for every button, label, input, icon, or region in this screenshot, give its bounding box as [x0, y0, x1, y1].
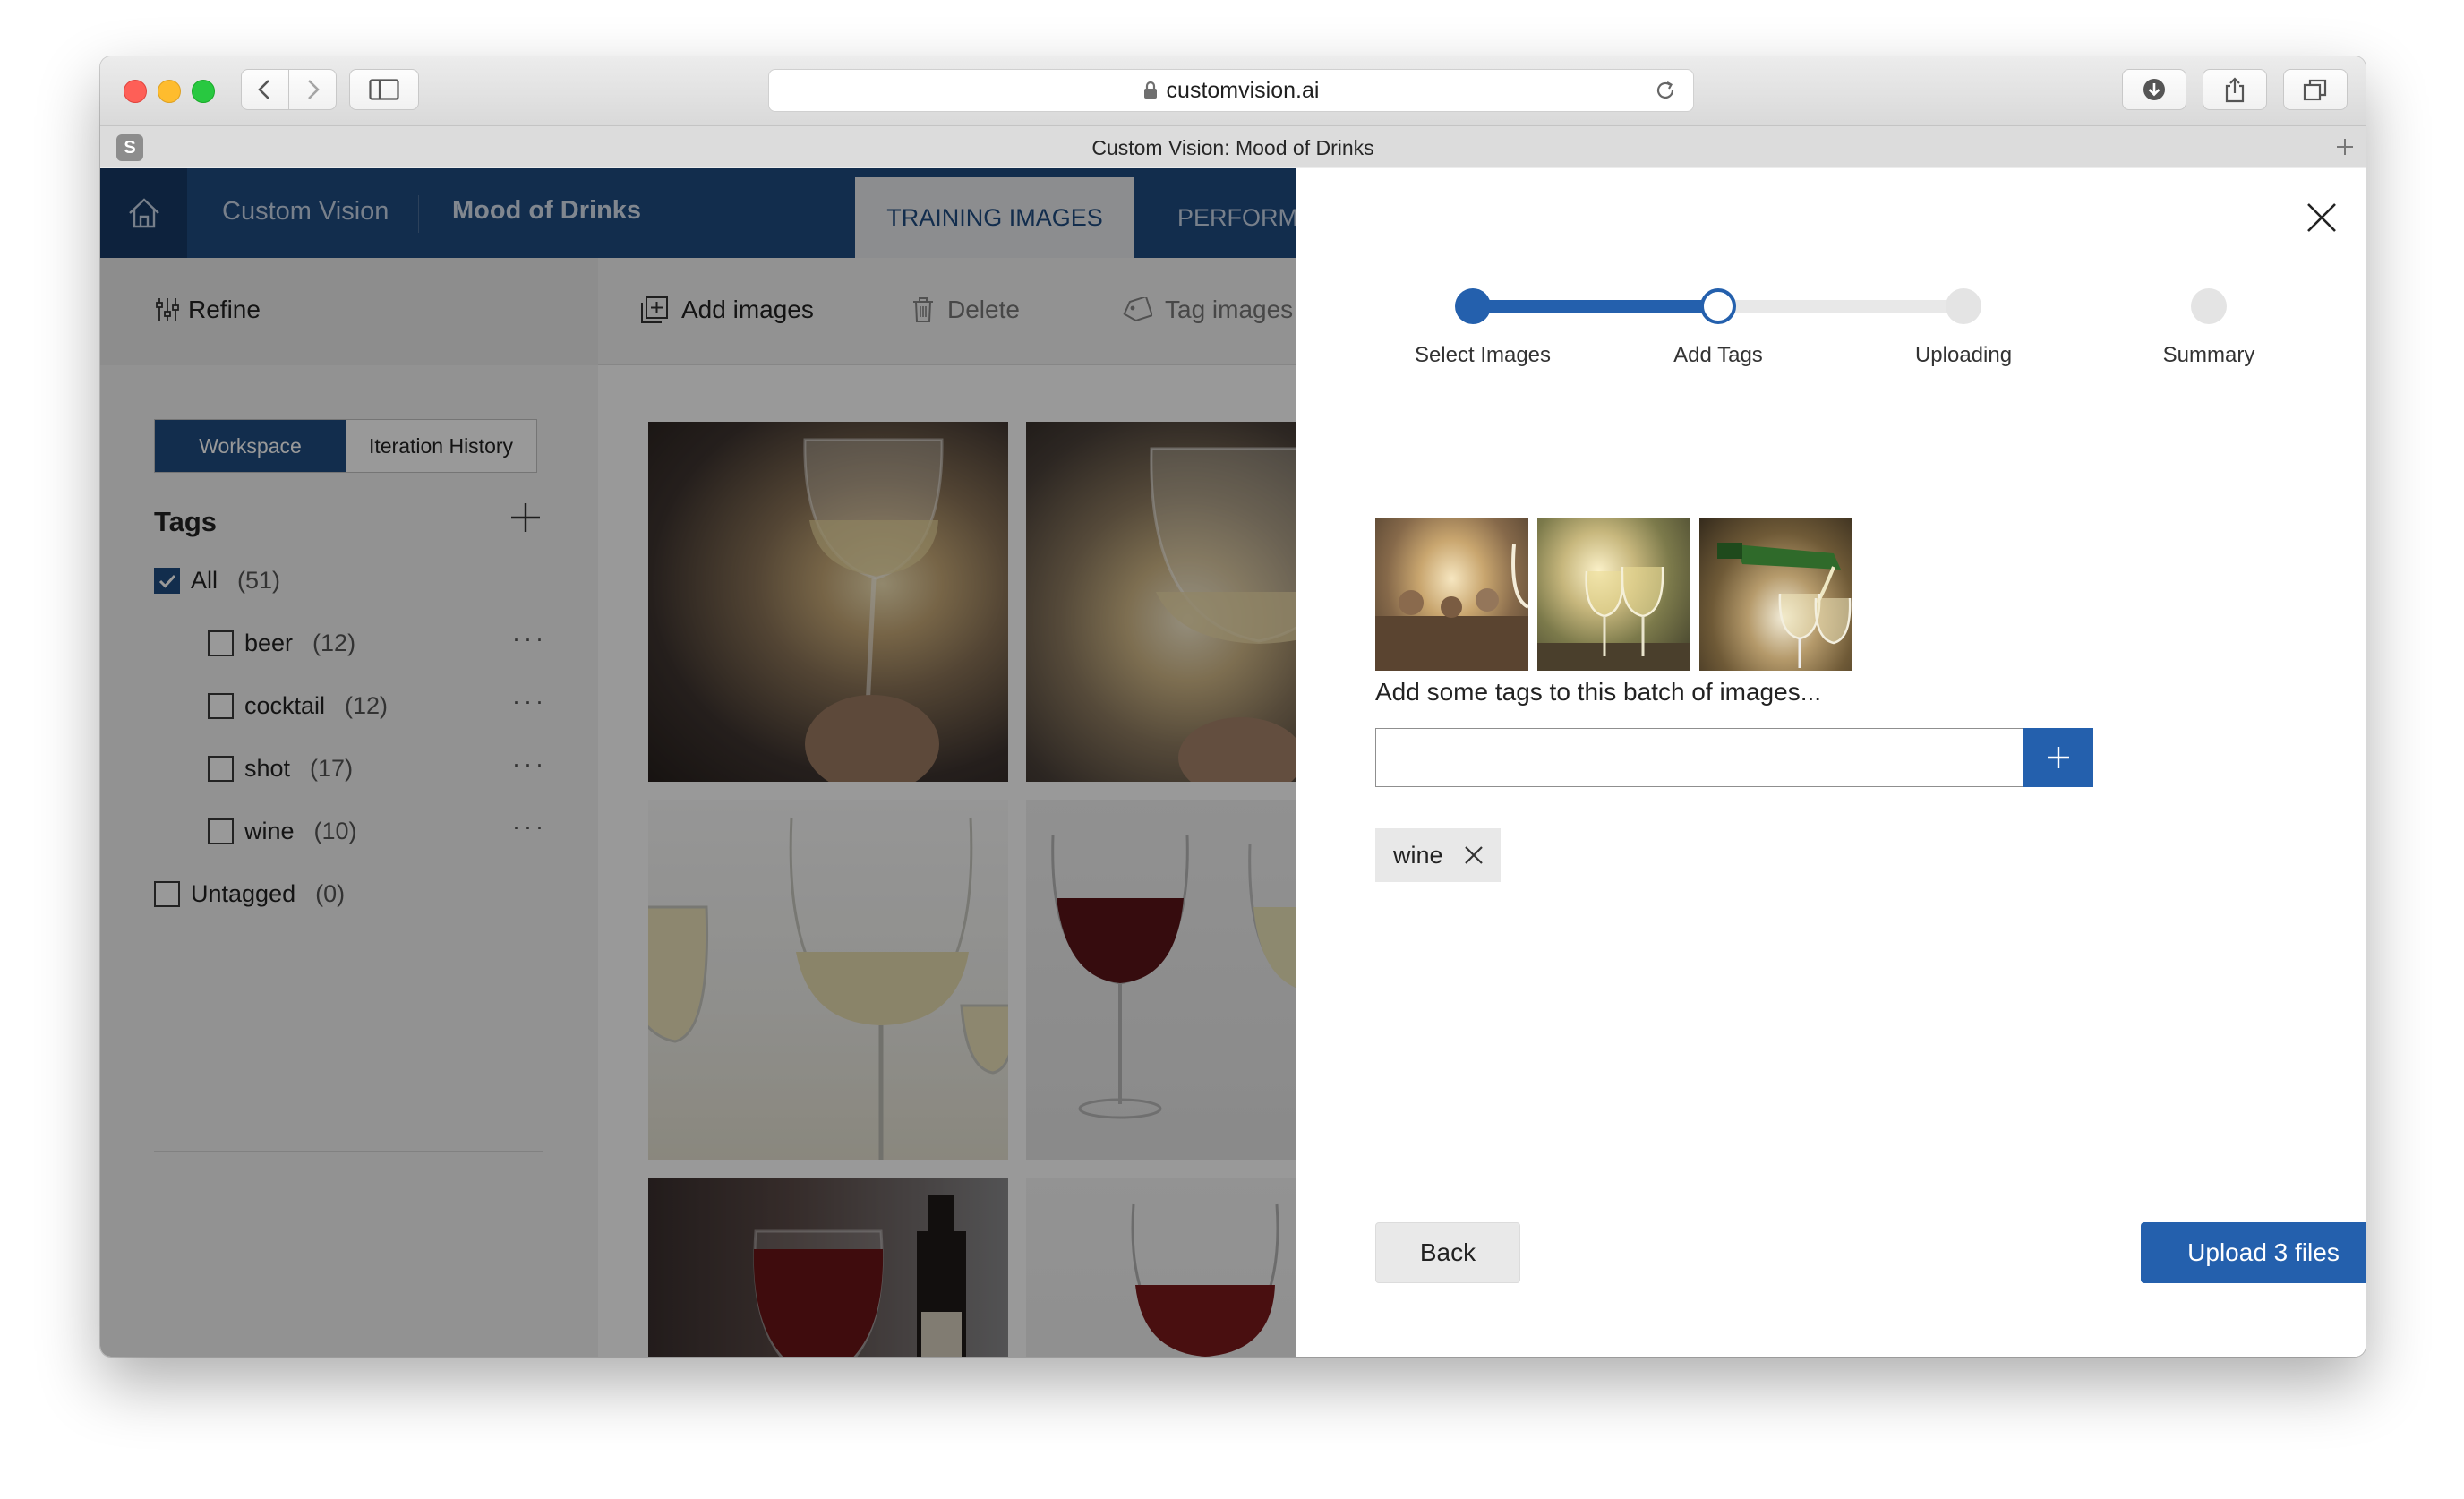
preview-thumbnail — [1375, 518, 1528, 671]
share-icon — [2225, 77, 2245, 103]
step-label-select-images: Select Images — [1414, 343, 1552, 367]
add-tag-button[interactable] — [2023, 728, 2093, 787]
zoom-window-button[interactable] — [192, 80, 215, 103]
minimize-window-button[interactable] — [158, 80, 181, 103]
browser-titlebar: customvision.ai — [100, 56, 2366, 126]
step-dot-uploading — [1946, 288, 1981, 324]
step-label-summary: Summary — [2162, 343, 2255, 367]
white-wine-glasses-photo — [1537, 566, 1690, 671]
step-dot-add-tags — [1700, 288, 1736, 324]
address-bar[interactable]: customvision.ai — [768, 69, 1694, 112]
selected-image-previews — [1375, 518, 1852, 671]
plus-icon — [2048, 747, 2069, 768]
url-text: customvision.ai — [1166, 77, 1320, 103]
modal-overlay[interactable] — [100, 168, 1296, 1357]
forward-button[interactable] — [288, 69, 337, 110]
reload-icon[interactable] — [1654, 79, 1677, 102]
download-icon — [2143, 79, 2165, 100]
back-button[interactable]: Back — [1375, 1222, 1520, 1283]
close-icon — [1464, 846, 1483, 864]
downloads-button[interactable] — [2122, 69, 2186, 110]
wine-pouring-photo — [1717, 543, 1852, 668]
close-window-button[interactable] — [124, 80, 147, 103]
tabs-overview-icon — [2303, 79, 2327, 101]
stepper-progress — [1469, 300, 1711, 313]
page-content: Custom Vision Mood of Drinks TRAINING IM… — [100, 168, 2366, 1357]
step-dot-select-images — [1455, 288, 1491, 324]
tag-chip-label: wine — [1393, 841, 1443, 869]
step-dot-summary — [2191, 288, 2227, 324]
sidebar-toggle-button[interactable] — [349, 69, 419, 110]
preview-thumbnail — [1699, 518, 1852, 671]
browser-tabbar: S Custom Vision: Mood of Drinks — [100, 126, 2366, 167]
upload-stepper: Select Images Add Tags Uploading Summary — [1296, 168, 2366, 401]
lock-icon — [1143, 81, 1157, 99]
add-images-dialog: Select Images Add Tags Uploading Summary… — [1296, 168, 2366, 1357]
tab-title[interactable]: Custom Vision: Mood of Drinks — [100, 136, 2366, 160]
share-button[interactable] — [2203, 69, 2267, 110]
browser-window: customvision.ai S Custom Vision: Mood of… — [100, 56, 2366, 1357]
tag-chip-wine: wine — [1375, 828, 1501, 882]
batch-tags-label: Add some tags to this batch of images... — [1375, 678, 1822, 706]
upload-files-button[interactable]: Upload 3 files — [2141, 1222, 2366, 1283]
step-label-uploading: Uploading — [1914, 343, 2013, 367]
back-icon — [258, 80, 270, 99]
step-label-add-tags: Add Tags — [1673, 343, 1763, 367]
tag-input[interactable] — [1375, 728, 2023, 787]
preview-thumbnail — [1537, 518, 1690, 671]
sidebar-icon — [369, 79, 399, 100]
remove-tag-button[interactable] — [1463, 844, 1484, 866]
new-tab-icon — [2336, 139, 2353, 155]
outdoor-dining-photo — [1375, 544, 1528, 671]
back-button[interactable] — [241, 69, 289, 110]
forward-icon — [308, 80, 320, 99]
tabs-overview-button[interactable] — [2283, 69, 2348, 110]
new-tab-button[interactable] — [2323, 126, 2366, 167]
